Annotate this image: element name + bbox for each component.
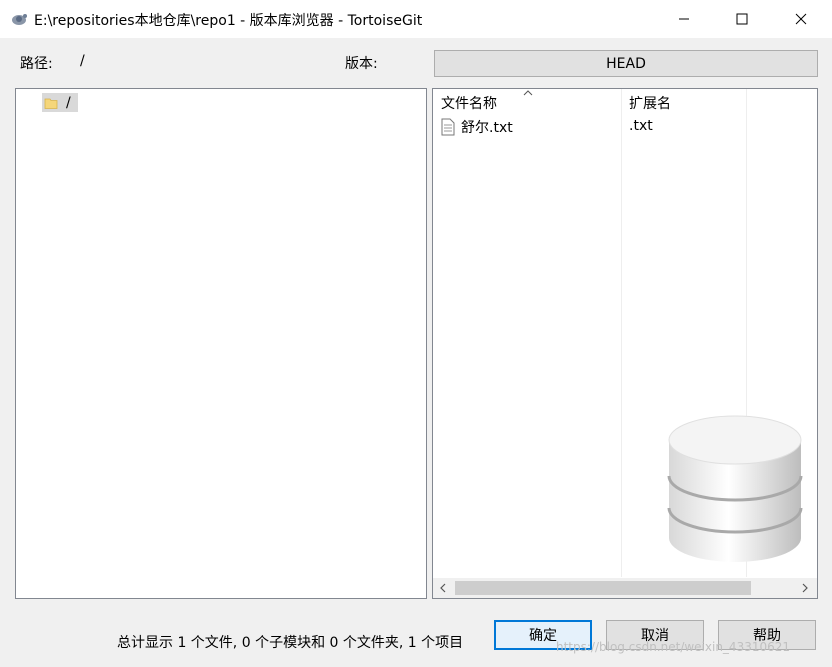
title-bar: E:\repositories本地仓库\repo1 - 版本库浏览器 - Tor… xyxy=(0,0,832,38)
chevron-left-icon xyxy=(440,583,446,593)
scroll-right-button[interactable] xyxy=(797,581,813,595)
file-row[interactable]: 舒尔.txt xyxy=(441,117,513,137)
minimize-icon xyxy=(679,18,689,20)
text-file-icon xyxy=(441,118,455,136)
folder-icon xyxy=(44,98,58,109)
chevron-right-icon xyxy=(802,583,808,593)
window-title: E:\repositories本地仓库\repo1 - 版本库浏览器 - Tor… xyxy=(34,13,423,29)
column-separator xyxy=(621,89,622,577)
watermark: https://blog.csdn.net/weixin_43310621 xyxy=(556,640,791,654)
maximize-button[interactable] xyxy=(713,0,771,38)
path-value: / xyxy=(80,53,85,69)
path-label: 路径: xyxy=(20,56,53,72)
revision-button[interactable]: HEAD xyxy=(434,50,818,77)
minimize-button[interactable] xyxy=(655,0,713,38)
file-extension: .txt xyxy=(629,118,653,134)
horizontal-scrollbar[interactable] xyxy=(433,578,817,598)
revision-label: 版本: xyxy=(345,56,378,72)
maximize-icon xyxy=(736,13,748,25)
scrollbar-thumb[interactable] xyxy=(455,581,751,595)
tree-node-label: / xyxy=(66,94,71,111)
tortoise-app-icon xyxy=(12,14,27,25)
revision-value: HEAD xyxy=(606,55,646,72)
close-icon xyxy=(795,13,807,25)
file-list[interactable]: 文件名称 扩展名 舒尔.txt .txt xyxy=(432,88,818,599)
scroll-left-button[interactable] xyxy=(435,581,451,595)
file-name: 舒尔.txt xyxy=(461,120,513,136)
column-header-name[interactable]: 文件名称 xyxy=(441,93,497,113)
folder-tree[interactable]: / xyxy=(15,88,427,599)
database-icon xyxy=(667,415,803,562)
close-button[interactable] xyxy=(772,0,830,38)
column-header-extension[interactable]: 扩展名 xyxy=(629,93,671,113)
sort-ascending-icon xyxy=(523,90,533,96)
tree-node-root[interactable]: / xyxy=(42,93,78,112)
status-summary: 总计显示 1 个文件, 0 个子模块和 0 个文件夹, 1 个项目 xyxy=(117,635,464,651)
